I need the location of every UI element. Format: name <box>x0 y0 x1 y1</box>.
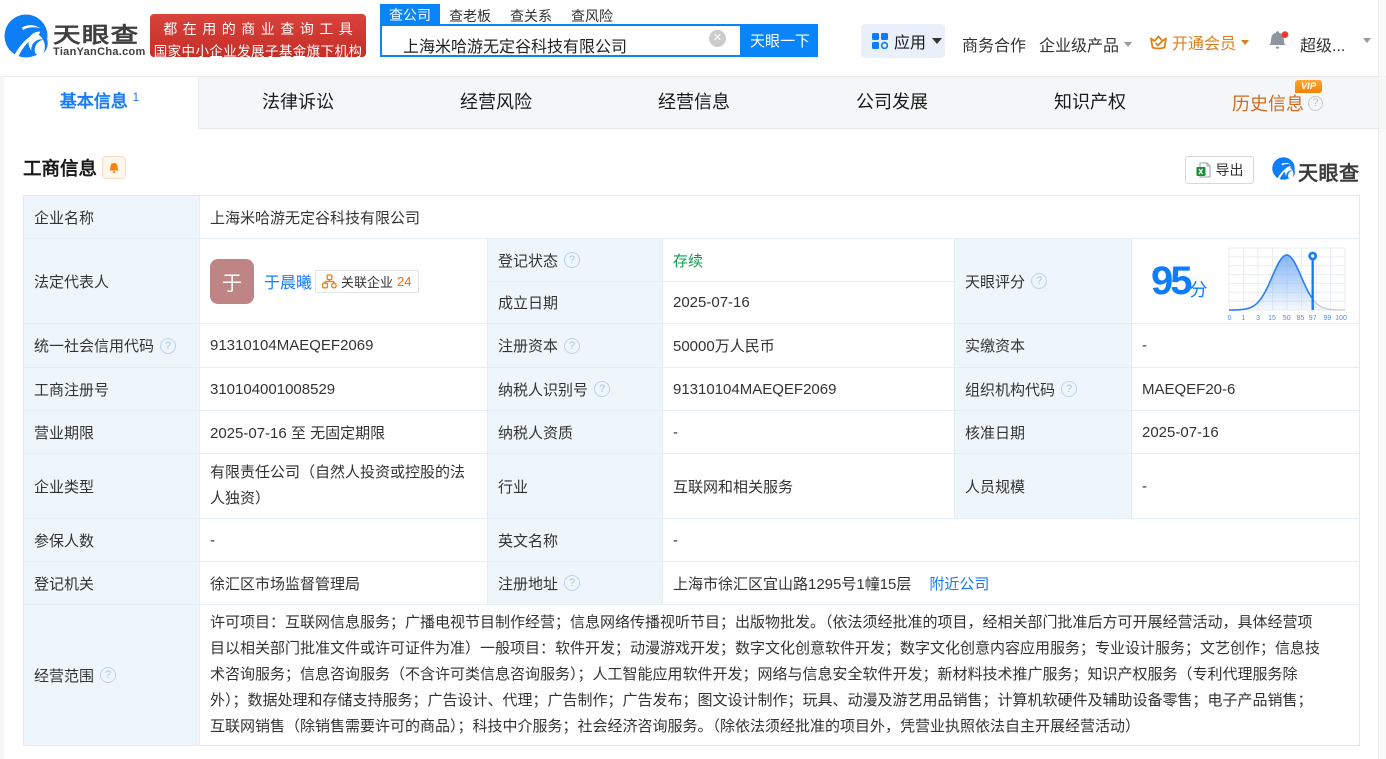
svg-text:15: 15 <box>1268 315 1276 322</box>
svg-text:100: 100 <box>1335 315 1347 322</box>
svg-text:99: 99 <box>1324 315 1332 322</box>
svg-text:0: 0 <box>1228 315 1232 322</box>
svg-text:85: 85 <box>1297 315 1305 322</box>
svg-text:50: 50 <box>1283 315 1291 322</box>
svg-text:3: 3 <box>1256 315 1260 322</box>
svg-text:97: 97 <box>1309 315 1317 322</box>
svg-text:1: 1 <box>1241 315 1245 322</box>
